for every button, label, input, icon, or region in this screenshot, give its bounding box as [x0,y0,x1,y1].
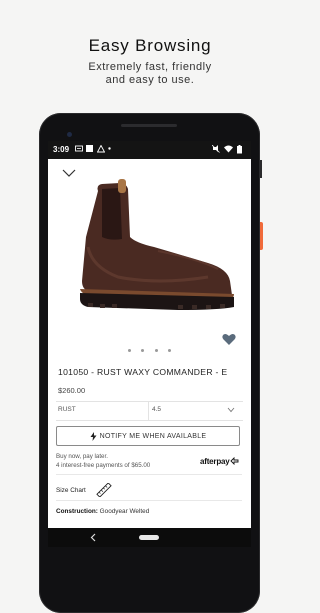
size-select[interactable]: 4.5 [152,406,161,413]
phone-speaker [121,124,177,127]
sync-icon [97,145,105,153]
product-title: 101050 - RUST WAXY COMMANDER - E [58,367,228,377]
size-chart-link[interactable]: Size Chart [56,487,86,494]
mute-icon [212,145,220,153]
color-select[interactable]: RUST [58,406,76,413]
carousel-dot[interactable] [168,349,172,352]
product-price: $260.00 [58,386,86,395]
home-pill[interactable] [139,535,159,540]
afterpay-text-line1: Buy now, pay later. [56,453,108,460]
promo-title: Easy Browsing [88,36,212,55]
carousel-dot[interactable] [154,349,158,352]
heart-icon[interactable] [222,333,236,346]
chevron-down-icon[interactable] [227,407,235,413]
phone-camera [67,132,72,137]
notify-button-label: NOTIFY ME WHEN AVAILABLE [99,432,207,440]
lightning-icon [90,431,97,441]
notify-button[interactable]: NOTIFY ME WHEN AVAILABLE [56,426,240,446]
phone-screen: 3:09 101050 - RUST WAXY COMMANDER - E $2… [48,141,251,547]
back-icon[interactable] [90,533,97,542]
product-image[interactable] [58,177,242,312]
notification-icon [75,145,83,152]
status-bar: 3:09 [48,141,251,159]
promo-subtitle-line1: Extremely fast, friendly [88,61,212,73]
wifi-icon [224,145,233,153]
promo-subtitle: Extremely fast, friendly and easy to use… [0,61,300,87]
afterpay-logo[interactable]: afterpay [200,456,239,466]
android-nav-bar [48,528,251,547]
construction-info: Construction: Goodyear Welted [56,508,149,515]
phone-power-button [260,222,263,250]
afterpay-logo-text: afterpay [200,457,230,466]
battery-icon [237,145,242,154]
carousel-dot[interactable] [127,349,131,352]
phone-volume-button [260,160,262,178]
more-dot-icon [108,147,111,150]
variant-selector: RUST 4.5 [56,401,243,421]
section-divider [56,474,242,475]
construction-label: Construction: [56,508,98,515]
section-divider [56,500,242,501]
ruler-icon[interactable] [96,483,112,497]
afterpay-text-line2: 4 interest-free payments of $65.00 [56,462,151,469]
promo-subtitle-line2: and easy to use. [105,74,195,86]
message-icon [86,145,93,152]
selector-divider [148,402,149,420]
afterpay-arrows-icon [229,456,238,466]
carousel-dots[interactable] [48,339,251,357]
status-time: 3:09 [53,145,70,154]
construction-value: Goodyear Welted [99,508,150,515]
carousel-dot[interactable] [141,349,145,352]
